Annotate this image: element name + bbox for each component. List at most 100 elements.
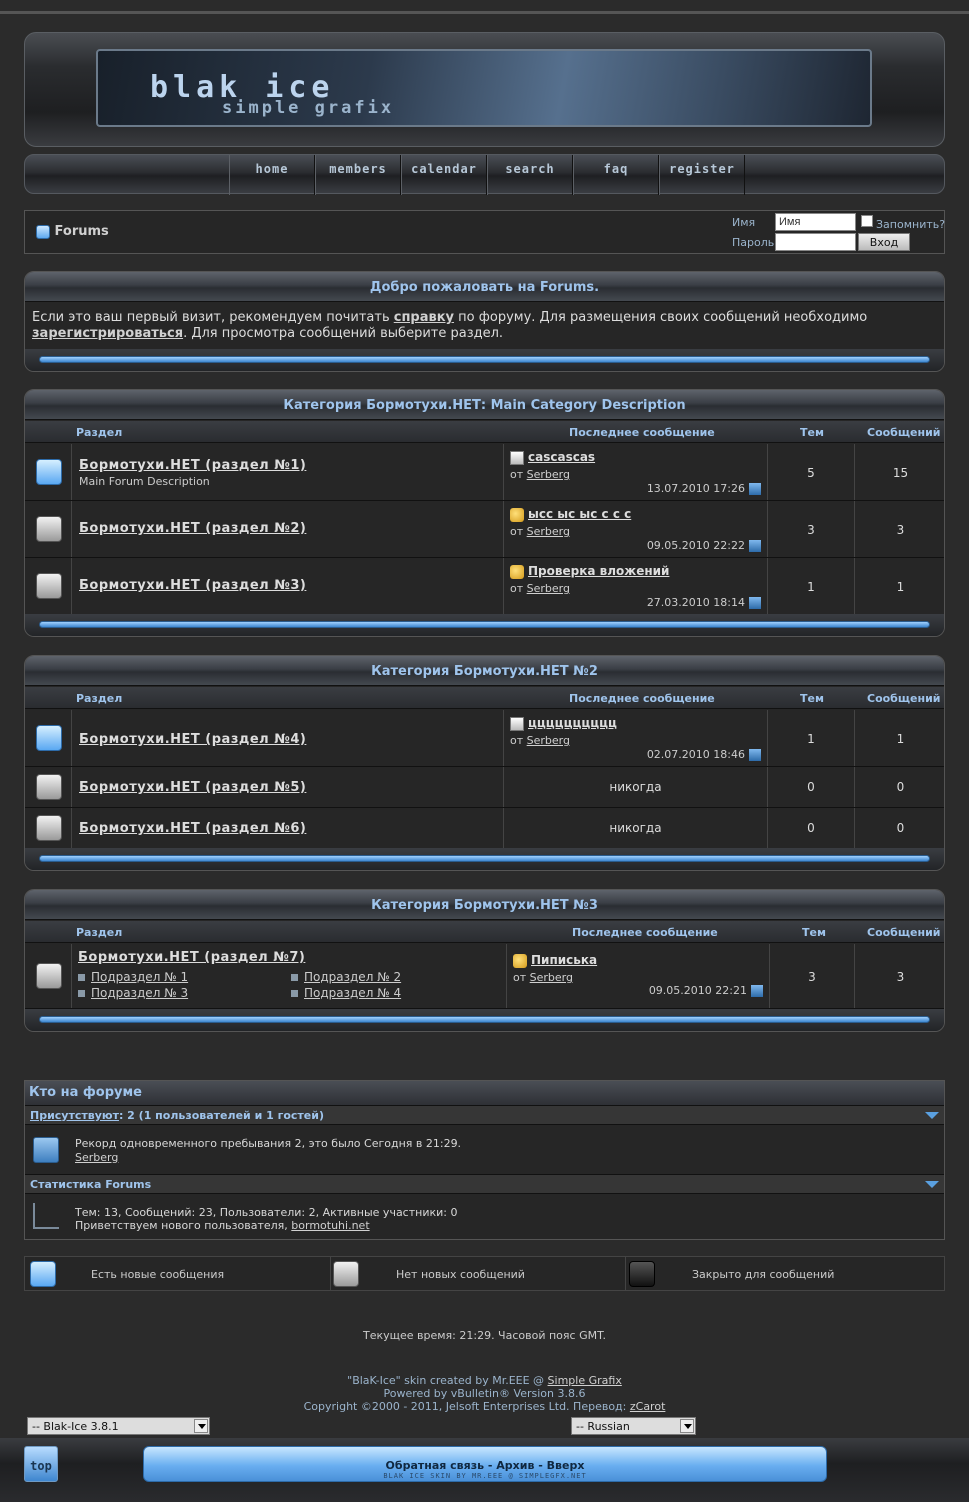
- thread-count: 1: [807, 732, 815, 746]
- forum-status-old-icon: [36, 815, 62, 841]
- document-icon: [510, 716, 524, 731]
- last-post-time: 22:22: [713, 539, 745, 552]
- last-post-cell: никогда: [503, 767, 767, 807]
- last-post-time: 18:14: [713, 596, 745, 609]
- forum-status-old-icon: [36, 573, 62, 599]
- forum-row: Бормотухи.НЕТ (раздел №4) цццццццццц от …: [25, 710, 944, 767]
- nav-members[interactable]: members: [315, 155, 401, 195]
- login-button[interactable]: Вход: [858, 233, 910, 251]
- style-select[interactable]: -- Blak-Ice 3.8.1: [27, 1417, 210, 1435]
- logo-subtext: simple grafix: [222, 98, 395, 118]
- forum-link[interactable]: Бормотухи.НЕТ (раздел №3): [79, 578, 306, 593]
- last-post-date: 02.07.2010: [646, 748, 710, 761]
- subforum-link[interactable]: Подраздел № 1: [78, 970, 188, 984]
- legend-new-label: Есть новые сообщения: [91, 1268, 225, 1281]
- from-label: от: [510, 582, 524, 595]
- welcome-new-user: Приветствуем нового пользователя, bormot…: [75, 1219, 370, 1232]
- forum-link[interactable]: Бормотухи.НЕТ (раздел №7): [78, 950, 305, 965]
- go-to-post-icon[interactable]: [749, 597, 761, 609]
- nav-register[interactable]: register: [659, 155, 745, 195]
- current-time: Текущее время: 21:29. Часовой пояс GMT.: [362, 1329, 606, 1342]
- whos-online-title[interactable]: Кто на форуме: [25, 1081, 944, 1105]
- forum-description: Main Forum Description: [79, 475, 210, 488]
- threads-cell: 3: [767, 501, 854, 557]
- subforum-link[interactable]: Подраздел № 2: [291, 970, 401, 984]
- welcome-text: Если это ваш первый визит, рекомендуем п…: [32, 310, 932, 342]
- subforum-link[interactable]: Подраздел № 4: [291, 986, 401, 1000]
- welcome-title: Добро пожаловать на Forums.: [25, 272, 944, 302]
- nav-home[interactable]: home: [229, 155, 315, 195]
- last-post-user[interactable]: Serberg: [527, 468, 570, 481]
- nav-faq[interactable]: faq: [573, 155, 659, 195]
- last-post-user[interactable]: Serberg: [527, 525, 570, 538]
- last-post-user[interactable]: Serberg: [527, 582, 570, 595]
- thread-count: 3: [808, 970, 816, 984]
- register-link[interactable]: зарегистрироваться: [32, 326, 183, 341]
- post-count: 0: [896, 821, 905, 835]
- posts-cell: 1: [854, 558, 944, 614]
- language-select[interactable]: -- Russian: [571, 1417, 696, 1435]
- simple-grafix-link[interactable]: Simple Grafix: [548, 1374, 622, 1387]
- legend-new-icon: [30, 1261, 56, 1287]
- posts-cell: 1: [854, 710, 944, 766]
- last-post-title[interactable]: цццццццццц: [528, 716, 617, 730]
- forum-link[interactable]: Бормотухи.НЕТ (раздел №4): [79, 732, 306, 747]
- post-count: 15: [892, 466, 909, 480]
- copyright: Copyright ©2000 - 2011, Jelsoft Enterpri…: [0, 1400, 969, 1413]
- last-post-never: никогда: [609, 780, 662, 794]
- category-title[interactable]: Категория Бормотухи.НЕТ №3: [25, 890, 944, 920]
- go-to-post-icon[interactable]: [749, 540, 761, 552]
- threads-cell: 0: [767, 767, 854, 807]
- last-post-title[interactable]: Пиписька: [531, 953, 597, 967]
- go-to-post-icon[interactable]: [751, 985, 763, 997]
- from-label: от: [510, 468, 524, 481]
- last-post-user[interactable]: Serberg: [530, 971, 573, 984]
- collapse-icon[interactable]: [925, 1181, 939, 1188]
- new-user-link[interactable]: bormotuhi.net: [291, 1219, 369, 1232]
- post-count: 3: [896, 523, 905, 537]
- last-post-title[interactable]: ысс ыс ыс с с с: [528, 507, 631, 521]
- password-input[interactable]: [775, 233, 856, 251]
- main-nav: home members calendar search faq registe…: [24, 154, 945, 195]
- forum-row: Бормотухи.НЕТ (раздел №6) никогда 0 0: [25, 808, 944, 849]
- last-post-cell: Проверка вложений от Serberg 27.03.2010 …: [503, 558, 767, 614]
- nav-calendar[interactable]: calendar: [401, 155, 487, 195]
- present-label[interactable]: Присутствуют: [30, 1109, 119, 1122]
- forum-link[interactable]: Бормотухи.НЕТ (раздел №1): [79, 458, 306, 473]
- last-post-date: 13.07.2010: [646, 482, 710, 495]
- back-to-top-button[interactable]: top: [24, 1446, 58, 1482]
- last-post-title[interactable]: Проверка вложений: [528, 564, 669, 578]
- subforum-link[interactable]: Подраздел № 3: [78, 986, 188, 1000]
- help-link[interactable]: справку: [394, 310, 454, 325]
- category-block: Категория Бормотухи.НЕТ: Main Category D…: [24, 389, 945, 637]
- username-input[interactable]: [775, 213, 856, 231]
- style-select-value: -- Blak-Ice 3.8.1: [32, 1420, 119, 1433]
- last-post-date: 09.05.2010: [648, 984, 712, 997]
- welcome-block: Добро пожаловать на Forums. Если это ваш…: [24, 271, 945, 372]
- go-to-post-icon[interactable]: [749, 483, 761, 495]
- go-to-post-icon[interactable]: [749, 749, 761, 761]
- last-post-date: 27.03.2010: [646, 596, 710, 609]
- whos-online: Кто на форуме Присутствуют: 2 (1 пользов…: [24, 1080, 945, 1240]
- category-title[interactable]: Категория Бормотухи.НЕТ: Main Category D…: [25, 390, 944, 420]
- forum-link[interactable]: Бормотухи.НЕТ (раздел №5): [79, 780, 306, 795]
- footer-nav-links[interactable]: Обратная связь - Архив - Вверх: [144, 1447, 826, 1472]
- block-footer: [25, 349, 944, 371]
- col-last-post: Последнее сообщение: [572, 926, 718, 939]
- translator-link[interactable]: zCarot: [630, 1400, 666, 1413]
- collapse-icon[interactable]: [925, 1112, 939, 1119]
- category-title[interactable]: Категория Бормотухи.НЕТ №2: [25, 656, 944, 686]
- forum-link[interactable]: Бормотухи.НЕТ (раздел №6): [79, 821, 306, 836]
- last-post-title[interactable]: cascascas: [528, 450, 595, 464]
- skin-credit: "BlaK-Ice" skin created by Mr.EEE @ Simp…: [0, 1374, 969, 1387]
- threads-cell: 1: [767, 558, 854, 614]
- last-post-user[interactable]: Serberg: [527, 734, 570, 747]
- forum-row: Бормотухи.НЕТ (раздел №5) никогда 0 0: [25, 767, 944, 808]
- online-user-link[interactable]: Serberg: [75, 1151, 118, 1164]
- remember-checkbox[interactable]: [861, 215, 873, 227]
- last-post-date: 09.05.2010: [646, 539, 710, 552]
- breadcrumb-forums[interactable]: Forums: [55, 224, 109, 239]
- nav-search[interactable]: search: [487, 155, 573, 195]
- forum-link[interactable]: Бормотухи.НЕТ (раздел №2): [79, 521, 306, 536]
- post-count: 3: [896, 970, 905, 984]
